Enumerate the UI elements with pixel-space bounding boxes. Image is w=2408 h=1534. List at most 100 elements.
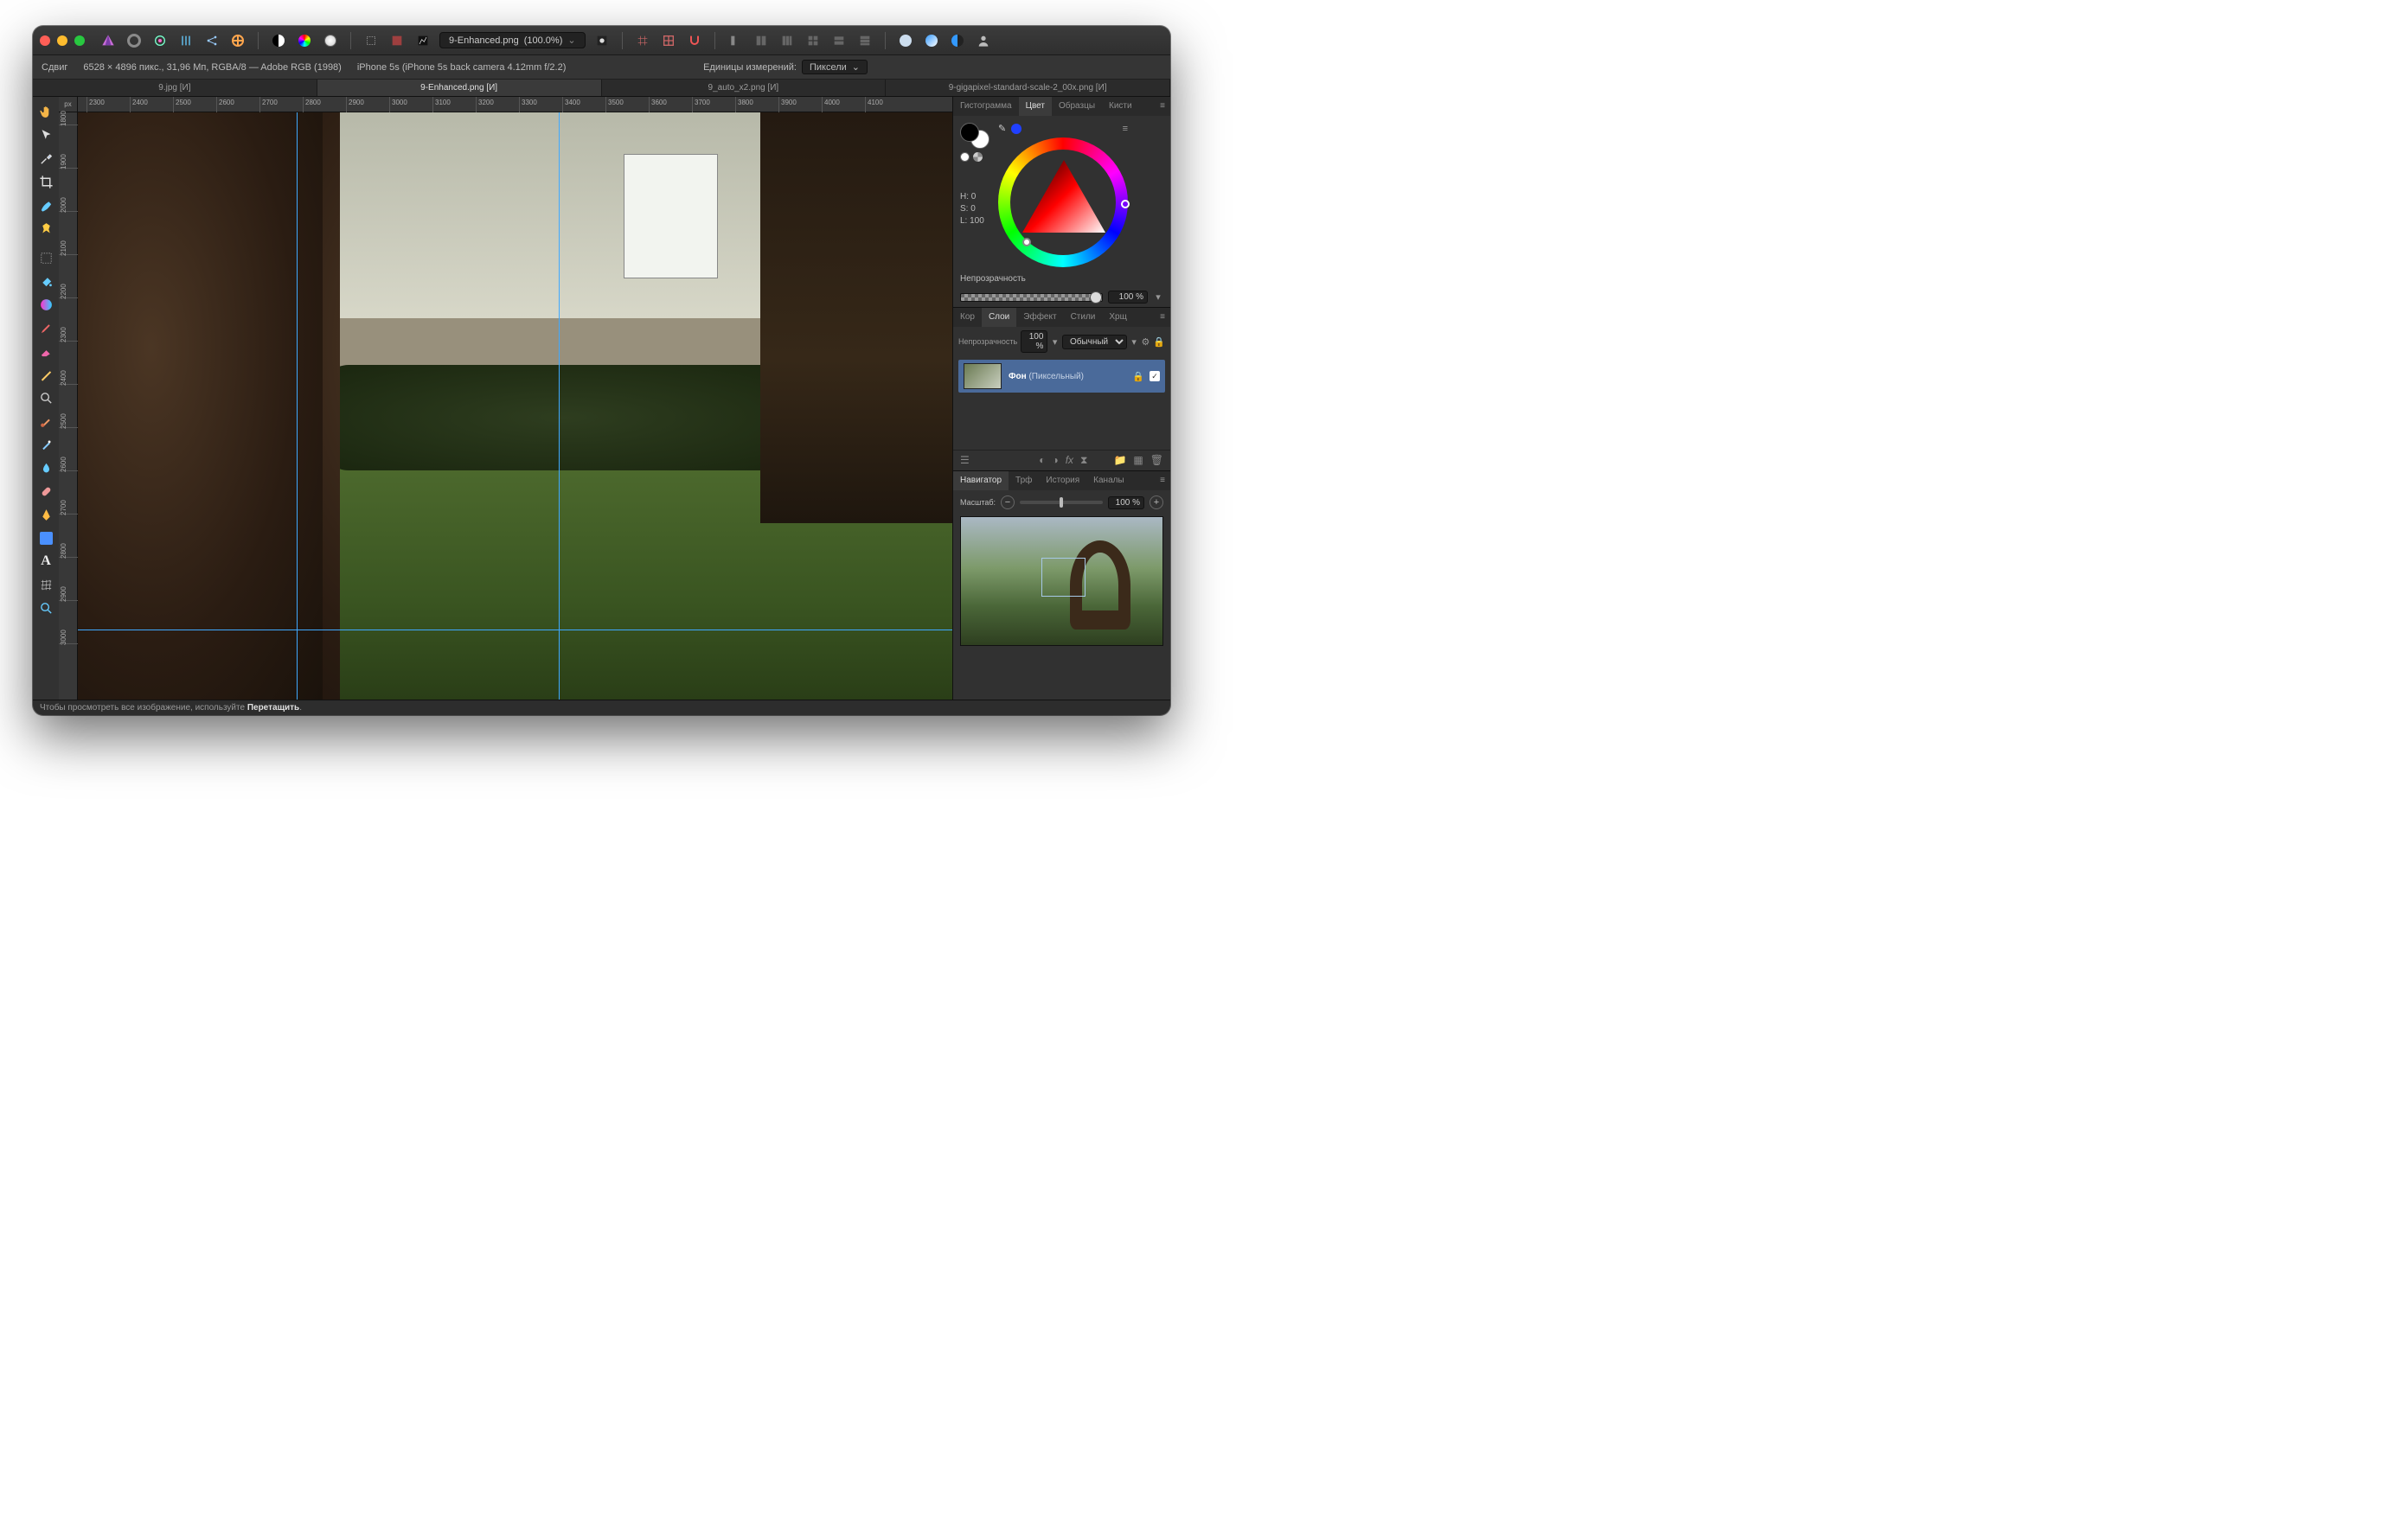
layer-row[interactable]: Фон (Пиксельный) 🔒 ✓ <box>958 360 1165 393</box>
rectangle-tool[interactable] <box>35 527 57 549</box>
chevron-down-icon[interactable]: ▾ <box>1153 291 1163 303</box>
zoom-window-button[interactable] <box>74 35 85 46</box>
transparent-swatch[interactable] <box>973 152 983 162</box>
navigator-viewport-rect[interactable] <box>1041 558 1086 596</box>
lock-icon[interactable]: 🔒 <box>1132 371 1144 382</box>
zoom-slider[interactable] <box>1020 501 1103 504</box>
text-tool[interactable]: A <box>35 550 57 572</box>
flood-select-tool[interactable] <box>35 217 57 240</box>
persona-tool-icon[interactable] <box>125 31 144 50</box>
chevron-down-icon[interactable]: ▾ <box>1051 336 1059 348</box>
flood-fill-tool[interactable] <box>35 270 57 292</box>
adjustment-icon[interactable]: ◑ <box>1052 454 1058 467</box>
color-picker-tool[interactable] <box>35 147 57 169</box>
close-window-button[interactable] <box>40 35 50 46</box>
guide-vertical[interactable] <box>559 112 560 700</box>
arrange-4-icon[interactable] <box>804 31 823 50</box>
arrange-2-icon[interactable] <box>752 31 771 50</box>
rgb-wheel-icon[interactable] <box>295 31 314 50</box>
levels-icon[interactable] <box>413 31 432 50</box>
paint-brush-tool[interactable] <box>35 316 57 339</box>
mask-icon[interactable]: ◐ <box>1039 454 1045 467</box>
folder-icon[interactable]: 📁 <box>1113 454 1126 467</box>
panel-tab[interactable]: Образцы <box>1052 97 1102 116</box>
assistant-2-icon[interactable] <box>922 31 941 50</box>
ruler-horizontal[interactable]: 2300240025002600270028002900300031003200… <box>78 97 952 112</box>
eyedrop-icon[interactable]: ✎ <box>998 123 1006 134</box>
soft-proof-icon[interactable] <box>321 31 340 50</box>
document-tab[interactable]: 9-Enhanced.png [И] <box>317 80 602 96</box>
panel-menu-icon[interactable]: ≡ <box>1155 97 1170 116</box>
arrange-3-icon[interactable] <box>778 31 797 50</box>
record-icon[interactable] <box>592 31 612 50</box>
dodge-tool[interactable] <box>35 457 57 479</box>
zoom-value[interactable]: 100 % <box>1108 496 1144 509</box>
panel-menu-icon[interactable]: ≡ <box>1155 308 1170 327</box>
bw-adjustment-icon[interactable] <box>269 31 288 50</box>
panel-tab[interactable]: Кор <box>953 308 982 327</box>
chevron-down-icon[interactable]: ▾ <box>1130 336 1138 348</box>
opacity-slider[interactable] <box>960 293 1103 302</box>
visibility-checkbox[interactable]: ✓ <box>1150 371 1160 381</box>
zoom-in-button[interactable]: + <box>1150 495 1163 509</box>
pen-tool[interactable] <box>35 503 57 526</box>
liquify-persona-icon[interactable] <box>150 31 170 50</box>
panel-tab[interactable]: История <box>1039 471 1086 490</box>
marquee-tool-icon[interactable] <box>362 31 381 50</box>
panel-tab[interactable]: Гистограмма <box>953 97 1019 116</box>
panel-tab[interactable]: Стили <box>1064 308 1103 327</box>
arrange-1-icon[interactable] <box>726 31 745 50</box>
layer-opacity-value[interactable]: 100 % <box>1021 330 1047 353</box>
guide-vertical[interactable] <box>297 112 298 700</box>
search-tool[interactable] <box>35 597 57 619</box>
quick-mask-icon[interactable] <box>387 31 407 50</box>
panel-tab[interactable]: Кисти <box>1102 97 1139 116</box>
add-layer-icon[interactable]: ▦ <box>1133 454 1143 467</box>
panel-tab[interactable]: Слои <box>982 308 1016 327</box>
erase-brush-tool[interactable] <box>35 340 57 362</box>
canvas[interactable] <box>78 112 952 700</box>
none-swatch[interactable] <box>960 152 970 162</box>
zoom-out-button[interactable]: − <box>1001 495 1015 509</box>
healing-tool[interactable] <box>35 480 57 502</box>
panel-tab[interactable]: Трф <box>1009 471 1039 490</box>
panel-tab[interactable]: Цвет <box>1019 97 1052 116</box>
selection-brush-tool[interactable] <box>35 194 57 216</box>
export-persona-icon[interactable] <box>228 31 247 50</box>
color-wheel[interactable] <box>998 137 1128 267</box>
arrange-5-icon[interactable] <box>829 31 849 50</box>
foreground-background-swatch[interactable] <box>960 123 989 149</box>
ruler-vertical[interactable]: 1800190020002100220023002400250026002700… <box>59 112 78 700</box>
marquee-select-tool[interactable] <box>35 246 57 269</box>
grid-toggle-icon[interactable] <box>633 31 652 50</box>
panel-tab[interactable]: Навигатор <box>953 471 1009 490</box>
snapping-magnet-icon[interactable] <box>685 31 704 50</box>
clone-tool[interactable] <box>35 433 57 456</box>
lock-icon[interactable]: 🔒 <box>1153 336 1165 348</box>
panel-tab[interactable]: Хрщ <box>1102 308 1133 327</box>
inpaint-tool[interactable] <box>35 410 57 432</box>
minimize-window-button[interactable] <box>57 35 67 46</box>
hourglass-icon[interactable]: ⧗ <box>1080 454 1087 467</box>
guides-toggle-icon[interactable] <box>659 31 678 50</box>
develop-persona-icon[interactable] <box>176 31 195 50</box>
crop-tool[interactable] <box>35 170 57 193</box>
panel-tab[interactable]: Эффект <box>1016 308 1063 327</box>
account-icon[interactable] <box>974 31 993 50</box>
document-tab[interactable]: 9_auto_x2.png [И] <box>602 80 887 96</box>
delete-icon[interactable]: 🗑 <box>1150 454 1163 467</box>
gear-icon[interactable]: ⚙ <box>1141 336 1150 348</box>
opacity-value[interactable]: 100 % <box>1108 291 1148 304</box>
panel-tab[interactable]: Каналы <box>1086 471 1131 490</box>
units-dropdown[interactable]: Пиксели ⌄ <box>802 60 868 74</box>
gradient-tool[interactable] <box>35 293 57 316</box>
recent-color-swatch[interactable] <box>1011 124 1021 134</box>
arrange-6-icon[interactable] <box>855 31 874 50</box>
blend-mode-dropdown[interactable]: Обычный <box>1062 335 1127 349</box>
title-dropdown-icon[interactable]: ⌄ <box>567 35 575 46</box>
pixel-tool[interactable] <box>35 363 57 386</box>
layers-stack-icon[interactable]: ☰ <box>960 454 970 467</box>
document-tab[interactable]: 9-gigapixel-standard-scale-2_00x.png [И] <box>886 80 1170 96</box>
move-tool[interactable] <box>35 124 57 146</box>
navigator-thumbnail[interactable] <box>960 516 1163 646</box>
